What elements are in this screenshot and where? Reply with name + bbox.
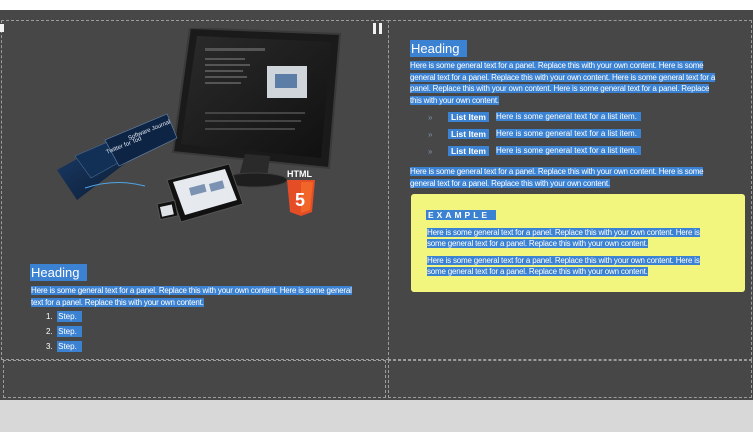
right-paragraph[interactable]: Here is some general text for a panel. R… — [410, 60, 750, 106]
left-heading-wrap[interactable]: Heading — [30, 264, 88, 282]
list-item-text: Here is some general text for a list ite… — [496, 129, 641, 138]
step-item: 1. Step. — [46, 311, 82, 327]
step-item: 2. Step. — [46, 326, 82, 342]
html5-badge-text: HTML — [287, 169, 312, 179]
right-heading: Heading — [410, 40, 468, 57]
list-item-text: Here is some general text for a list ite… — [496, 112, 641, 121]
product-image: Twitter for Tod Software Journal HTML 5 — [57, 28, 342, 223]
example-paragraph-1[interactable]: Here is some general text for a panel. R… — [427, 227, 732, 249]
left-heading: Heading — [30, 264, 88, 281]
step-item: 3. Step. — [46, 341, 82, 357]
html5-badge: HTML 5 — [287, 169, 315, 216]
steps-list[interactable]: 1. Step. 2. Step. 3. Step. — [46, 311, 82, 357]
list-item-label: List Item — [448, 112, 489, 122]
chevron-right-icon: » — [428, 147, 433, 156]
drag-handle-icon[interactable] — [373, 23, 383, 35]
right-paragraph-2[interactable]: Here is some general text for a panel. R… — [410, 166, 750, 189]
list-item-label: List Item — [448, 146, 489, 156]
example-paragraph-2[interactable]: Here is some general text for a panel. R… — [427, 255, 732, 277]
list-item-text: Here is some general text for a list ite… — [496, 146, 641, 155]
row-marker-icon — [0, 24, 4, 32]
bottom-strip — [0, 400, 753, 432]
html5-badge-number: 5 — [295, 190, 305, 210]
example-label: EXAMPLE — [426, 210, 497, 220]
left-paragraph[interactable]: Here is some general text for a panel. R… — [31, 285, 361, 308]
left-paragraph-text: Here is some general text for a panel. R… — [31, 286, 352, 307]
list-item-label: List Item — [448, 129, 489, 139]
empty-cell-left[interactable] — [3, 360, 386, 398]
right-heading-wrap[interactable]: Heading — [410, 40, 468, 58]
chevron-right-icon: » — [428, 113, 433, 122]
chevron-right-icon: » — [428, 130, 433, 139]
top-toolbar-strip — [0, 0, 753, 10]
empty-cell-right[interactable] — [388, 360, 752, 398]
